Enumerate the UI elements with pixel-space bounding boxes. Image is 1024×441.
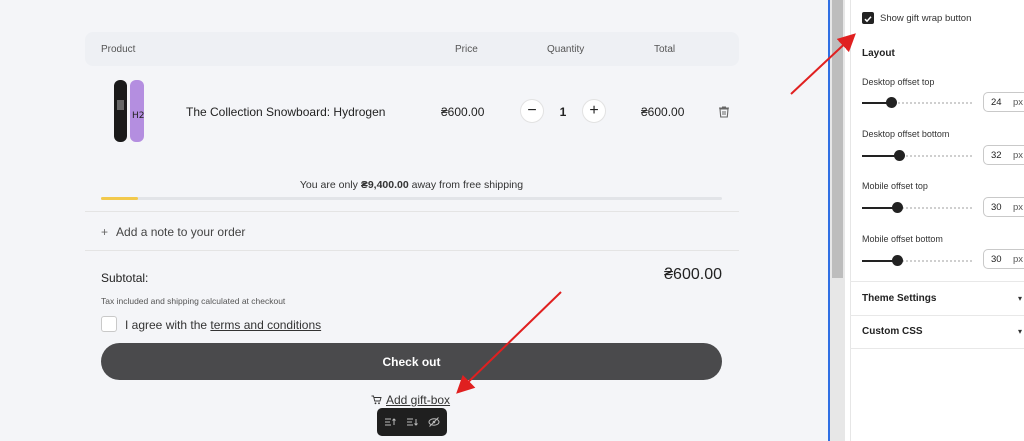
scrollbar-thumb[interactable]: [832, 0, 843, 278]
terms-label: I agree with the terms and conditions: [125, 318, 322, 332]
gift-wrap-label: Show gift wrap button: [880, 13, 972, 24]
qty-decrease-button[interactable]: −: [520, 99, 544, 123]
tax-note: Tax included and shipping calculated at …: [101, 296, 286, 306]
setting-label: Desktop offset bottom: [862, 129, 950, 139]
slider-handle[interactable]: [892, 255, 903, 266]
subtotal-label: Subtotal:: [101, 271, 149, 285]
move-down-icon[interactable]: [405, 415, 419, 429]
qty-increase-button[interactable]: +: [582, 99, 606, 123]
svg-text:H2: H2: [132, 111, 145, 121]
cart-icon: [371, 395, 382, 405]
product-image[interactable]: H2: [112, 80, 146, 142]
shipping-progress-fill: [101, 197, 139, 200]
mobile-offset-top-slider[interactable]: [862, 202, 972, 213]
divider: [85, 211, 739, 212]
desktop-offset-bottom-input[interactable]: 32 px: [983, 145, 1024, 165]
slider-handle[interactable]: [894, 150, 905, 161]
terms-checkbox[interactable]: [101, 316, 117, 332]
header-total: Total: [654, 44, 676, 55]
settings-panel: [850, 0, 1024, 441]
layout-heading: Layout: [862, 48, 895, 59]
add-note-link[interactable]: + Add a note to your order: [101, 225, 245, 239]
trash-icon[interactable]: [716, 104, 732, 120]
panel-divider: [850, 348, 1024, 349]
setting-label: Mobile offset top: [862, 181, 928, 191]
move-up-icon[interactable]: [383, 415, 397, 429]
slider-handle[interactable]: [892, 202, 903, 213]
item-total: ₴600.00: [641, 105, 685, 119]
theme-settings-section[interactable]: Theme Settings: [862, 293, 936, 304]
custom-css-section[interactable]: Custom CSS: [862, 326, 923, 337]
setting-label: Desktop offset top: [862, 77, 935, 87]
product-title[interactable]: The Collection Snowboard: Hydrogen: [186, 105, 385, 119]
divider: [85, 250, 739, 251]
chevron-down-icon[interactable]: ▾: [1018, 327, 1022, 336]
check-icon: [864, 16, 872, 23]
store-preview: Product Price Quantity Total H2 The Coll…: [0, 0, 830, 441]
qty-value[interactable]: 1: [555, 105, 571, 119]
header-price: Price: [455, 44, 478, 55]
slider-handle[interactable]: [886, 97, 897, 108]
subtotal-value: ₴600.00: [664, 266, 722, 283]
mobile-offset-top-input[interactable]: 30 px: [983, 197, 1024, 217]
mobile-offset-bottom-slider[interactable]: [862, 255, 972, 266]
desktop-offset-top-slider[interactable]: [862, 97, 972, 108]
chevron-down-icon[interactable]: ▾: [1018, 294, 1022, 303]
header-quantity: Quantity: [547, 44, 585, 55]
terms-link[interactable]: terms and conditions: [210, 318, 321, 332]
desktop-offset-top-input[interactable]: 24 px: [983, 92, 1024, 112]
block-toolbar: [377, 408, 447, 436]
desktop-offset-bottom-slider[interactable]: [862, 150, 972, 161]
mobile-offset-bottom-input[interactable]: 30 px: [983, 249, 1024, 269]
item-price: ₴600.00: [441, 105, 485, 119]
hide-icon[interactable]: [427, 415, 441, 429]
setting-label: Mobile offset bottom: [862, 234, 943, 244]
header-product: Product: [101, 44, 136, 55]
panel-divider: [850, 315, 1024, 316]
add-gift-box-button[interactable]: Add gift-box: [371, 393, 450, 407]
cart-table-header: Product Price Quantity Total: [85, 32, 739, 66]
free-shipping-message: You are only ₴9,400.00 away from free sh…: [299, 179, 524, 191]
panel-divider: [850, 281, 1024, 282]
plus-icon: +: [101, 225, 109, 239]
gift-wrap-checkbox[interactable]: [862, 12, 874, 24]
shipping-progress-bar: [101, 197, 722, 200]
checkout-button[interactable]: Check out: [101, 343, 722, 380]
